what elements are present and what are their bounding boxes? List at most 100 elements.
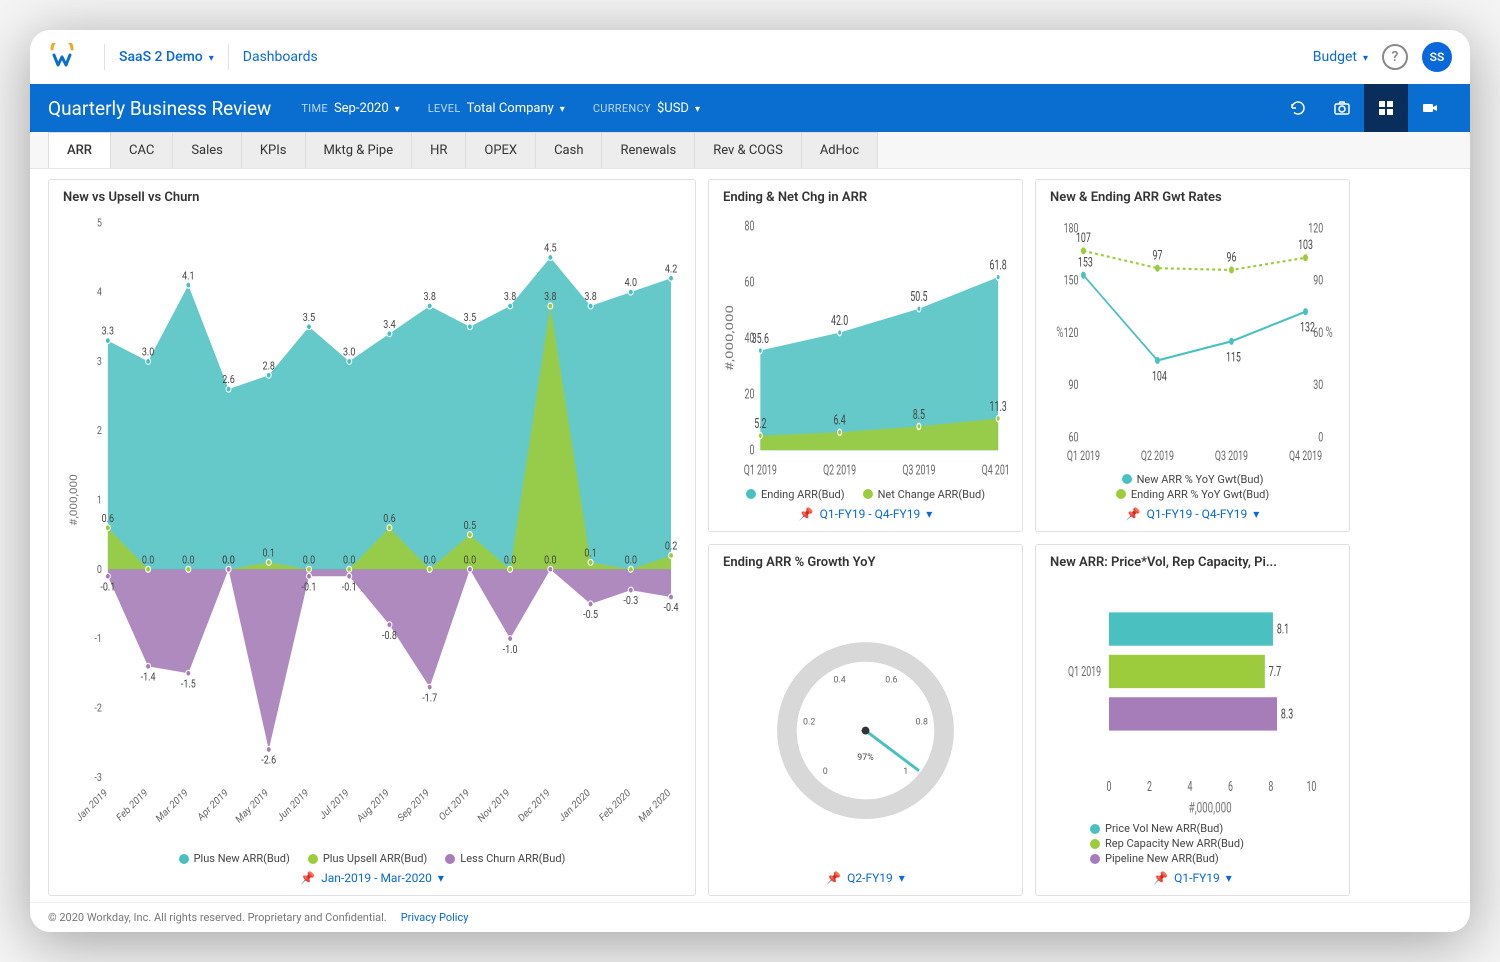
- svg-text:0: 0: [749, 442, 754, 459]
- tenant-selector[interactable]: SaaS 2 Demo: [119, 49, 214, 65]
- tab-hr[interactable]: HR: [411, 132, 466, 168]
- svg-text:0.6: 0.6: [102, 513, 115, 525]
- card-title: New ARR: Price*Vol, Rep Capacity, Pi...: [1050, 555, 1335, 570]
- svg-text:-3: -3: [94, 772, 102, 784]
- svg-text:3: 3: [97, 356, 102, 368]
- svg-text:132: 132: [1300, 320, 1315, 335]
- svg-text:0.8: 0.8: [916, 717, 928, 727]
- range-selector[interactable]: 📌Jan-2019 - Mar-2020▾: [63, 871, 681, 885]
- svg-text:Q4 2019: Q4 2019: [1289, 448, 1322, 463]
- svg-text:2.6: 2.6: [222, 375, 235, 387]
- svg-text:0.1: 0.1: [263, 548, 275, 560]
- avatar[interactable]: SS: [1422, 42, 1452, 72]
- svg-text:35.6: 35.6: [752, 330, 769, 347]
- svg-text:8.5: 8.5: [913, 406, 925, 423]
- svg-text:3.8: 3.8: [544, 291, 556, 303]
- svg-text:8: 8: [1268, 778, 1273, 795]
- svg-text:-0.5: -0.5: [583, 609, 598, 621]
- card-title: Ending & Net Chg in ARR: [723, 190, 1008, 205]
- svg-text:97: 97: [1152, 248, 1162, 263]
- svg-text:0.2: 0.2: [803, 717, 815, 727]
- svg-text:3.8: 3.8: [504, 291, 516, 303]
- svg-text:120: 120: [1308, 221, 1323, 236]
- tab-rev-cogs[interactable]: Rev & COGS: [694, 132, 802, 168]
- svg-text:0.0: 0.0: [423, 555, 435, 567]
- svg-text:3.8: 3.8: [584, 291, 596, 303]
- svg-text:11.3: 11.3: [990, 398, 1007, 415]
- level-selector[interactable]: LEVEL Total Company: [428, 101, 565, 116]
- copyright: © 2020 Workday, Inc. All rights reserved…: [48, 911, 387, 924]
- budget-selector[interactable]: Budget: [1313, 49, 1368, 65]
- svg-text:0: 0: [1106, 778, 1111, 795]
- range-selector[interactable]: 📌Q2-FY19▾: [723, 871, 1008, 885]
- svg-text:153: 153: [1078, 255, 1093, 270]
- range-selector[interactable]: 📌Q1-FY19 - Q4-FY19▾: [723, 507, 1008, 521]
- svg-text:3.5: 3.5: [464, 312, 477, 324]
- card-new-upsell-churn: New vs Upsell vs Churn -3-2-1012345#,000…: [48, 179, 696, 896]
- pin-icon: 📌: [1126, 507, 1141, 521]
- time-selector[interactable]: TIME Sep-2020: [301, 101, 399, 116]
- currency-selector[interactable]: CURRENCY $USD: [593, 101, 700, 116]
- svg-text:0.0: 0.0: [504, 555, 516, 567]
- svg-text:103: 103: [1298, 238, 1313, 253]
- svg-text:May 2019: May 2019: [234, 787, 270, 826]
- svg-text:-1: -1: [94, 634, 102, 646]
- range-selector[interactable]: 📌Q1-FY19 - Q4-FY19▾: [1050, 507, 1335, 521]
- svg-text:0.0: 0.0: [343, 555, 355, 567]
- tab-cash[interactable]: Cash: [535, 132, 602, 168]
- privacy-link[interactable]: Privacy Policy: [401, 911, 469, 924]
- tab-renewals[interactable]: Renewals: [601, 132, 695, 168]
- tab-sales[interactable]: Sales: [172, 132, 242, 168]
- svg-text:4.0: 4.0: [625, 278, 637, 290]
- svg-text:Mar 2019: Mar 2019: [154, 787, 190, 825]
- divider: [104, 44, 105, 70]
- workday-logo: [48, 43, 76, 71]
- camera-icon[interactable]: [1320, 84, 1364, 132]
- svg-text:%: %: [1326, 324, 1333, 340]
- pin-icon: 📌: [826, 871, 841, 885]
- refresh-icon[interactable]: [1276, 84, 1320, 132]
- tab-arr[interactable]: ARR: [48, 132, 111, 168]
- pin-icon: 📌: [1153, 871, 1168, 885]
- svg-text:-0.1: -0.1: [100, 582, 115, 594]
- tab-opex[interactable]: OPEX: [465, 132, 536, 168]
- svg-text:-2: -2: [94, 703, 102, 715]
- svg-text:#,000,000: #,000,000: [724, 305, 736, 371]
- svg-text:7.7: 7.7: [1269, 662, 1281, 679]
- svg-text:Jan 2020: Jan 2020: [557, 787, 592, 824]
- tab-cac[interactable]: CAC: [110, 132, 173, 168]
- svg-text:3.3: 3.3: [102, 326, 114, 338]
- video-icon[interactable]: [1408, 84, 1452, 132]
- svg-text:0.0: 0.0: [625, 555, 637, 567]
- svg-text:0.1: 0.1: [584, 548, 596, 560]
- svg-text:#,000,000: #,000,000: [68, 474, 80, 526]
- svg-text:-0.1: -0.1: [302, 582, 317, 594]
- svg-text:107: 107: [1076, 231, 1091, 246]
- grid-icon[interactable]: [1364, 84, 1408, 132]
- svg-text:-1.4: -1.4: [141, 672, 156, 684]
- svg-text:Q3 2019: Q3 2019: [1215, 448, 1248, 463]
- legend: Plus New ARR(Bud) Plus Upsell ARR(Bud) L…: [63, 852, 681, 865]
- svg-text:3.4: 3.4: [383, 319, 396, 331]
- svg-text:0: 0: [823, 766, 828, 776]
- svg-text:96: 96: [1227, 250, 1237, 265]
- svg-text:3.0: 3.0: [343, 347, 355, 359]
- card-title: New vs Upsell vs Churn: [63, 190, 681, 205]
- svg-text:0.0: 0.0: [464, 555, 476, 567]
- svg-text:120: 120: [1064, 325, 1079, 340]
- svg-text:4: 4: [1187, 778, 1192, 795]
- breadcrumb-dashboards[interactable]: Dashboards: [243, 49, 318, 65]
- svg-text:Jan 2019: Jan 2019: [75, 787, 110, 824]
- svg-text:60: 60: [745, 274, 755, 291]
- tab-adhoc[interactable]: AdHoc: [801, 132, 878, 168]
- page-title: Quarterly Business Review: [48, 97, 271, 120]
- tab-mktg-pipe[interactable]: Mktg & Pipe: [305, 132, 413, 168]
- svg-text:Feb 2020: Feb 2020: [598, 787, 633, 824]
- help-icon[interactable]: ?: [1382, 44, 1408, 70]
- svg-text:3.5: 3.5: [303, 312, 316, 324]
- range-selector[interactable]: 📌Q1-FY19▾: [1050, 871, 1335, 885]
- tab-kpis[interactable]: KPIs: [241, 132, 306, 168]
- svg-text:Mar 2020: Mar 2020: [637, 787, 673, 825]
- svg-text:-0.3: -0.3: [623, 596, 638, 608]
- svg-text:0.2: 0.2: [665, 541, 678, 553]
